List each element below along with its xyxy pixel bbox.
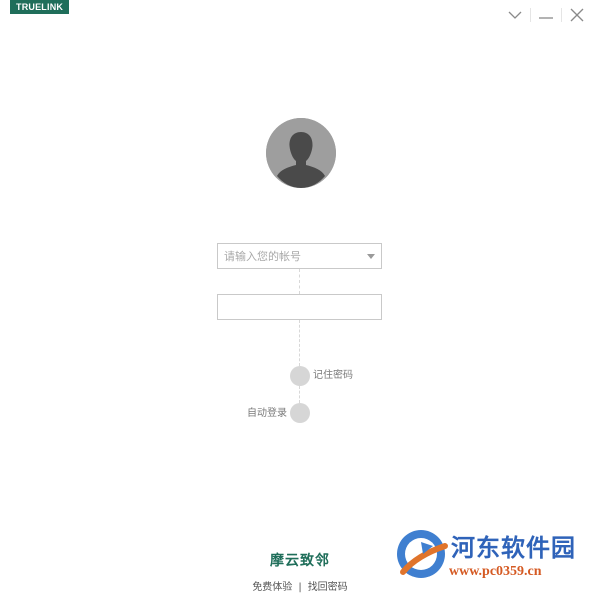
account-input[interactable] xyxy=(218,244,381,268)
connector-line xyxy=(299,269,300,294)
minimize-button[interactable] xyxy=(531,6,561,24)
caret-down-icon[interactable] xyxy=(367,254,375,259)
login-window: TRUELINK 请输入您的帐号 记住密码 自动登录 摩云致邻 免费体验 | 找… xyxy=(0,0,600,598)
remember-password-toggle[interactable] xyxy=(290,366,310,386)
close-button[interactable] xyxy=(562,6,592,24)
chevron-down-icon xyxy=(508,11,522,19)
site-watermark: 河东软件园 www.pc0359.cn xyxy=(393,524,593,588)
remember-password-label[interactable]: 记住密码 xyxy=(313,370,353,382)
dropdown-menu-button[interactable] xyxy=(500,6,530,24)
account-field[interactable] xyxy=(217,243,382,269)
watermark-title: 河东软件园 xyxy=(451,533,576,562)
user-silhouette-icon xyxy=(266,118,336,188)
password-input[interactable] xyxy=(218,295,381,319)
connector-line xyxy=(299,386,300,403)
free-trial-link[interactable]: 免费体验 xyxy=(252,582,292,593)
watermark-url: www.pc0359.cn xyxy=(449,564,542,579)
watermark-logo-icon xyxy=(397,530,448,578)
title-bar-controls xyxy=(500,6,592,24)
brand-logo: TRUELINK xyxy=(10,0,70,14)
auto-login-label[interactable]: 自动登录 xyxy=(247,408,287,420)
close-icon xyxy=(570,8,584,22)
minimize-icon xyxy=(539,17,553,19)
recover-password-link[interactable]: 找回密码 xyxy=(308,582,348,593)
avatar[interactable] xyxy=(266,118,336,188)
auto-login-toggle[interactable] xyxy=(290,403,310,423)
connector-line xyxy=(299,320,300,366)
password-field[interactable] xyxy=(217,294,382,320)
link-separator: | xyxy=(298,582,302,593)
